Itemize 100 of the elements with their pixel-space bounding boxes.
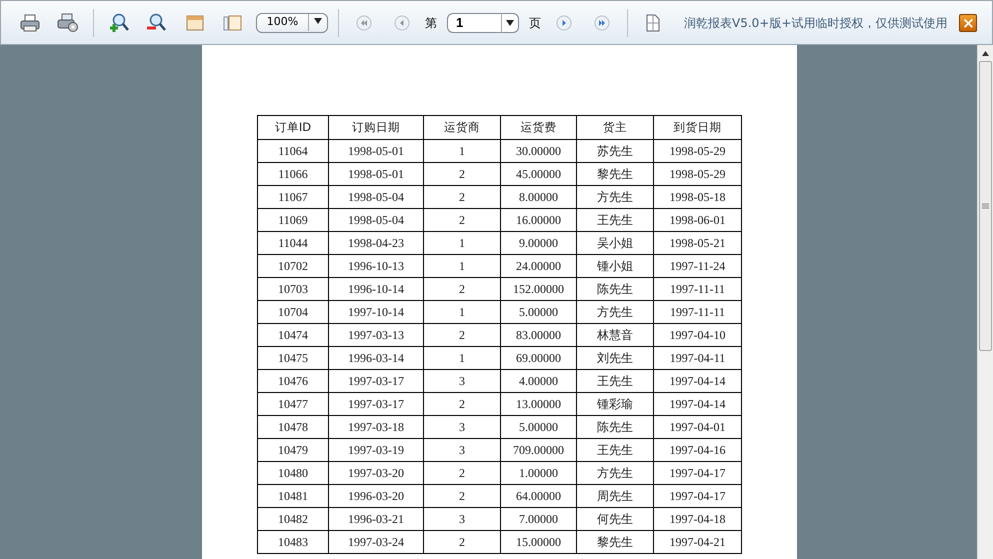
- page-label: 页: [528, 14, 542, 32]
- print-icon[interactable]: [20, 14, 40, 32]
- next-page-icon[interactable]: [556, 14, 572, 30]
- table-cell: 林慧音: [576, 324, 654, 346]
- page-label: 第: [424, 14, 438, 32]
- document-icon[interactable]: [646, 14, 660, 32]
- zoom-in-icon[interactable]: [108, 12, 130, 34]
- table-cell: 10704: [258, 300, 328, 324]
- table-cell: 1997-03-17: [328, 392, 424, 416]
- table-cell: 何先生: [576, 508, 654, 530]
- table-cell: 2: [424, 208, 500, 232]
- table-cell: 1997-10-14: [328, 300, 424, 324]
- table-cell: 锺小姐: [576, 254, 654, 278]
- table-cell: 黎先生: [576, 530, 654, 554]
- table-cell: 2: [424, 392, 500, 416]
- table-cell: 1997-04-01: [654, 416, 742, 438]
- table-cell: 1997-03-19: [328, 438, 424, 462]
- table-cell: 15.00000: [500, 530, 576, 554]
- table-cell: 11064: [258, 140, 328, 162]
- table-cell: 陈先生: [576, 416, 654, 438]
- table-cell: 11067: [258, 186, 328, 208]
- table-cell: 1998-05-01: [328, 162, 424, 186]
- print-settings-icon[interactable]: [57, 12, 79, 32]
- table-cell: 152.00000: [500, 278, 576, 300]
- column-header: 到货日期: [654, 116, 742, 140]
- table-cell: 2: [424, 324, 500, 346]
- table-cell: 1: [424, 346, 500, 370]
- table-cell: 13.00000: [500, 392, 576, 416]
- table-cell: 3: [424, 508, 500, 530]
- table-cell: 苏先生: [576, 140, 654, 162]
- last-page-icon[interactable]: [594, 14, 610, 30]
- scrollbar[interactable]: [977, 45, 993, 559]
- page-width-icon[interactable]: [186, 14, 204, 30]
- table-cell: 1998-05-01: [328, 140, 424, 162]
- table-cell: 王先生: [576, 438, 654, 462]
- table-cell: 1997-11-11: [654, 300, 742, 324]
- table-cell: 刘先生: [576, 346, 654, 370]
- table-cell: 1997-04-17: [654, 462, 742, 484]
- first-page-icon[interactable]: [356, 14, 372, 30]
- table-cell: 黎先生: [576, 162, 654, 186]
- table-cell: 方先生: [576, 462, 654, 484]
- table-cell: 45.00000: [500, 162, 576, 186]
- previous-page-icon[interactable]: [394, 14, 410, 30]
- column-header: 运货费: [500, 116, 576, 140]
- column-header: 订单ID: [258, 116, 328, 140]
- table-cell: 周先生: [576, 484, 654, 508]
- table-cell: 83.00000: [500, 324, 576, 346]
- page-field[interactable]: 1: [447, 12, 501, 32]
- table-cell: 1: [424, 232, 500, 254]
- table-cell: 9.00000: [500, 232, 576, 254]
- table-cell: 10477: [258, 392, 328, 416]
- table-cell: 1997-11-11: [654, 278, 742, 300]
- table-cell: 8.00000: [500, 186, 576, 208]
- table-cell: 1997-04-18: [654, 508, 742, 530]
- table-cell: 方先生: [576, 186, 654, 208]
- table-cell: 1997-03-20: [328, 462, 424, 484]
- table-cell: 1: [424, 140, 500, 162]
- table-cell: 5.00000: [500, 416, 576, 438]
- table-cell: 1997-04-14: [654, 370, 742, 392]
- scroll-thumb[interactable]: [979, 61, 992, 351]
- table-cell: 3: [424, 370, 500, 392]
- table-cell: 锺彩瑜: [576, 392, 654, 416]
- table-cell: 1998-05-29: [654, 162, 742, 186]
- table-cell: 10478: [258, 416, 328, 438]
- table-cell: 11069: [258, 208, 328, 232]
- zoom-out-icon[interactable]: [146, 12, 168, 34]
- table-cell: 30.00000: [500, 140, 576, 162]
- table-cell: 10474: [258, 324, 328, 346]
- table-cell: 1997-04-10: [654, 324, 742, 346]
- table-cell: 2: [424, 484, 500, 508]
- table-cell: 1997-03-18: [328, 416, 424, 438]
- table-cell: 2: [424, 462, 500, 484]
- table-cell: 64.00000: [500, 484, 576, 508]
- table-cell: 1996-10-14: [328, 278, 424, 300]
- table-cell: 10702: [258, 254, 328, 278]
- table-cell: 1: [424, 254, 500, 278]
- caret-icon[interactable]: [314, 18, 322, 24]
- table-cell: 16.00000: [500, 208, 576, 232]
- caret-icon[interactable]: [506, 20, 514, 26]
- column-header: 运货商: [424, 116, 500, 140]
- table-cell: 709.00000: [500, 438, 576, 462]
- table-cell: 69.00000: [500, 346, 576, 370]
- table-cell: 王先生: [576, 370, 654, 392]
- table-cell: 10475: [258, 346, 328, 370]
- table-cell: 10479: [258, 438, 328, 462]
- table-cell: 1998-05-18: [654, 186, 742, 208]
- table-cell: 2: [424, 186, 500, 208]
- table-cell: 1997-04-16: [654, 438, 742, 462]
- table-cell: 1998-04-23: [328, 232, 424, 254]
- table-cell: 11066: [258, 162, 328, 186]
- license-notice: 润乾报表V5.0+版+试用临时授权，仅供测试使用: [684, 14, 948, 32]
- table-cell: 1996-10-13: [328, 254, 424, 278]
- zoom-select[interactable]: 100%: [256, 12, 328, 32]
- table-cell: 1996-03-21: [328, 508, 424, 530]
- table-cell: 3: [424, 438, 500, 462]
- table-cell: 1998-06-01: [654, 208, 742, 232]
- table-cell: 11044: [258, 232, 328, 254]
- table-cell: 1998-05-04: [328, 208, 424, 232]
- two-pages-icon[interactable]: [223, 14, 243, 32]
- table-cell: 10483: [258, 530, 328, 554]
